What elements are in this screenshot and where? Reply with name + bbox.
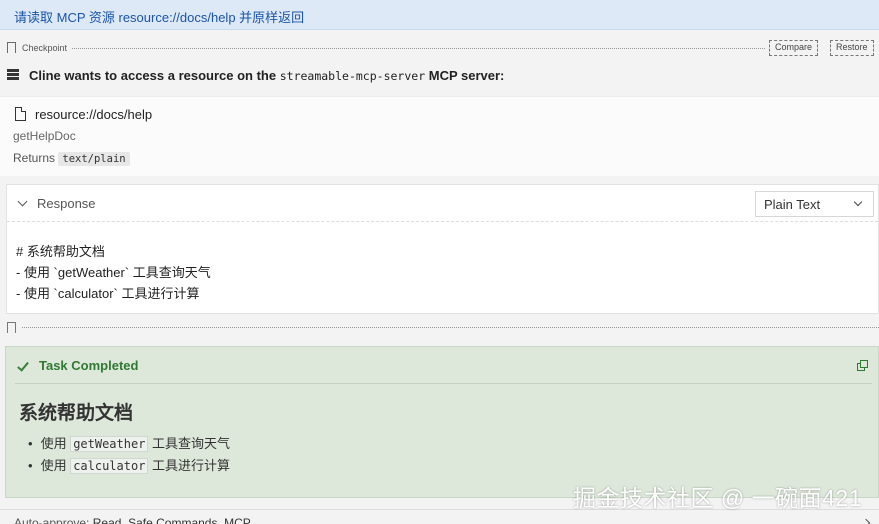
auto-approve-label: Auto-approve:	[14, 516, 90, 524]
list-item: 使用 getWeather 工具查询天气	[28, 433, 230, 455]
response-content: # 系统帮助文档 - 使用 `getWeather` 工具查询天气 - 使用 `…	[16, 241, 211, 304]
compare-button[interactable]: Compare	[769, 40, 819, 56]
access-suffix: MCP server:	[428, 68, 505, 83]
bookmark-icon	[7, 322, 16, 337]
response-label[interactable]: Response	[37, 196, 96, 211]
checkpoint-label: Checkpoint	[22, 43, 68, 53]
response-header[interactable]: Response Plain Text	[7, 185, 878, 222]
chevron-down-icon	[853, 197, 863, 207]
resource-card: resource://docs/help getHelpDoc Returns …	[0, 96, 879, 176]
format-value: Plain Text	[764, 197, 821, 212]
response-format-select[interactable]: Plain Text	[755, 191, 874, 217]
resource-name: getHelpDoc	[13, 129, 76, 143]
inline-code: getWeather	[70, 436, 149, 452]
task-heading: 系统帮助文档	[19, 403, 134, 424]
watermark: 掘金技术社区 @ 一碗面421	[572, 485, 862, 511]
bookmark-icon	[7, 42, 16, 57]
restore-button[interactable]: Restore	[830, 40, 874, 56]
user-message: 请读取 MCP 资源 resource://docs/help 并原样返回	[0, 0, 879, 30]
task-divider	[15, 383, 872, 384]
chevron-down-icon[interactable]	[17, 196, 28, 207]
mcp-access-header: Cline wants to access a resource on the …	[0, 64, 879, 88]
returns-label: Returns	[13, 151, 56, 165]
response-panel: Response Plain Text # 系统帮助文档 - 使用 `getWe…	[6, 184, 879, 314]
chevron-up-icon[interactable]	[861, 518, 871, 524]
resource-returns: Returns text/plain	[13, 151, 130, 166]
resource-uri: resource://docs/help	[35, 107, 153, 122]
auto-approve-value: Read, Safe Commands, MCP	[92, 516, 251, 524]
access-prefix: Cline wants to access a resource on the	[29, 68, 277, 83]
inline-code: calculator	[70, 458, 149, 474]
file-icon	[15, 107, 26, 121]
item-text: 工具查询天气	[148, 436, 231, 451]
checkpoint-divider	[72, 48, 765, 49]
copy-icon[interactable]	[857, 360, 868, 371]
task-completed-panel: Task Completed 系统帮助文档 使用 getWeather 工具查询…	[5, 346, 879, 498]
task-title: Task Completed	[39, 358, 139, 373]
item-text: 使用	[40, 458, 71, 473]
item-text: 工具进行计算	[148, 458, 231, 473]
response-line: - 使用 `getWeather` 工具查询天气	[16, 265, 211, 280]
list-item: 使用 calculator 工具进行计算	[28, 455, 230, 477]
mime-type: text/plain	[58, 152, 130, 166]
checkpoint-row: Checkpoint Compare Restore	[0, 38, 879, 58]
response-line: # 系统帮助文档	[16, 244, 105, 259]
access-title: Cline wants to access a resource on the …	[29, 68, 504, 83]
server-name: streamable-mcp-server	[279, 69, 426, 83]
server-icon	[7, 69, 19, 82]
checkpoint-divider	[22, 327, 879, 328]
check-icon	[17, 359, 29, 372]
task-list: 使用 getWeather 工具查询天气 使用 calculator 工具进行计…	[28, 433, 230, 477]
item-text: 使用	[40, 436, 71, 451]
response-line: - 使用 `calculator` 工具进行计算	[16, 286, 200, 301]
